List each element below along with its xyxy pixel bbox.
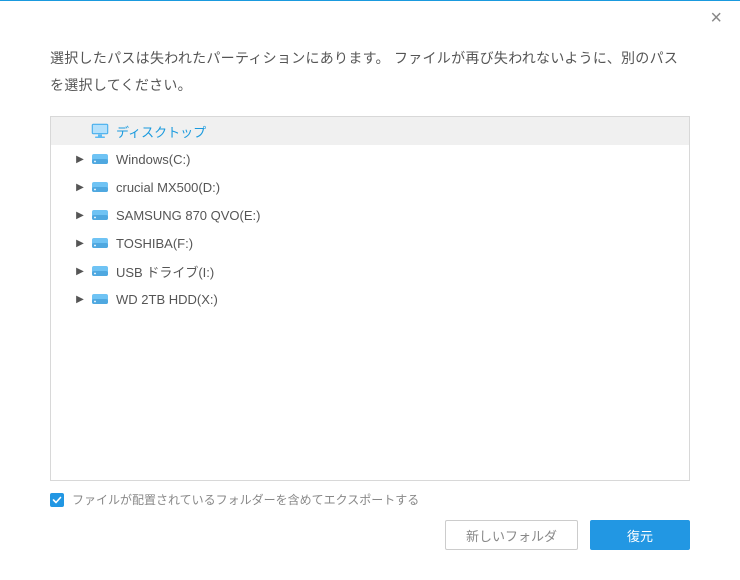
warning-message: 選択したパスは失われたパーティションにあります。 ファイルが再び失われないように… [50, 45, 690, 98]
expand-arrow-icon[interactable]: ▶ [73, 236, 87, 250]
tree-item-drive-c[interactable]: ▶ Windows(C:) [51, 145, 689, 173]
expand-arrow-icon[interactable]: ▶ [73, 264, 87, 278]
tree-item-drive-e[interactable]: ▶ SAMSUNG 870 QVO(E:) [51, 201, 689, 229]
tree-item-drive-d[interactable]: ▶ crucial MX500(D:) [51, 173, 689, 201]
checkbox-label: ファイルが配置されているフォルダーを含めてエクスポートする [72, 491, 419, 508]
tree-item-label: Windows(C:) [116, 152, 190, 167]
restore-button[interactable]: 復元 [590, 520, 690, 550]
tree-item-desktop[interactable]: ▶ ディスクトップ [51, 117, 689, 145]
tree-item-label: crucial MX500(D:) [116, 180, 220, 195]
expand-arrow-icon[interactable]: ▶ [73, 152, 87, 166]
expand-arrow-icon[interactable]: ▶ [73, 180, 87, 194]
expand-arrow-icon[interactable]: ▶ [73, 292, 87, 306]
tree-item-label: SAMSUNG 870 QVO(E:) [116, 208, 260, 223]
hdd-icon [91, 235, 109, 251]
tree-item-label: WD 2TB HDD(X:) [116, 292, 218, 307]
tree-item-label: USB ドライブ(I:) [116, 262, 214, 281]
hdd-icon [91, 263, 109, 279]
dialog-content: 選択したパスは失われたパーティションにあります。 ファイルが再び失われないように… [0, 35, 740, 580]
tree-item-label: TOSHIBA(F:) [116, 236, 193, 251]
close-icon[interactable]: × [710, 8, 722, 28]
tree-item-drive-x[interactable]: ▶ WD 2TB HDD(X:) [51, 285, 689, 313]
expand-arrow-icon[interactable]: ▶ [73, 208, 87, 222]
button-row: 新しいフォルダ 復元 [50, 520, 690, 570]
monitor-icon [91, 123, 109, 139]
tree-item-drive-f[interactable]: ▶ TOSHIBA(F:) [51, 229, 689, 257]
titlebar: × [0, 1, 740, 35]
checkbox-row: ファイルが配置されているフォルダーを含めてエクスポートする [50, 491, 690, 508]
hdd-icon [91, 291, 109, 307]
hdd-icon [91, 151, 109, 167]
new-folder-button[interactable]: 新しいフォルダ [445, 520, 578, 550]
folder-tree[interactable]: ▶ ディスクトップ ▶ Windows(C:) ▶ crucial MX500(… [50, 116, 690, 481]
hdd-icon [91, 207, 109, 223]
hdd-icon [91, 179, 109, 195]
dialog-window: × 選択したパスは失われたパーティションにあります。 ファイルが再び失われないよ… [0, 0, 740, 580]
include-folder-checkbox[interactable] [50, 493, 64, 507]
tree-item-label: ディスクトップ [116, 122, 206, 141]
tree-item-drive-i[interactable]: ▶ USB ドライブ(I:) [51, 257, 689, 285]
